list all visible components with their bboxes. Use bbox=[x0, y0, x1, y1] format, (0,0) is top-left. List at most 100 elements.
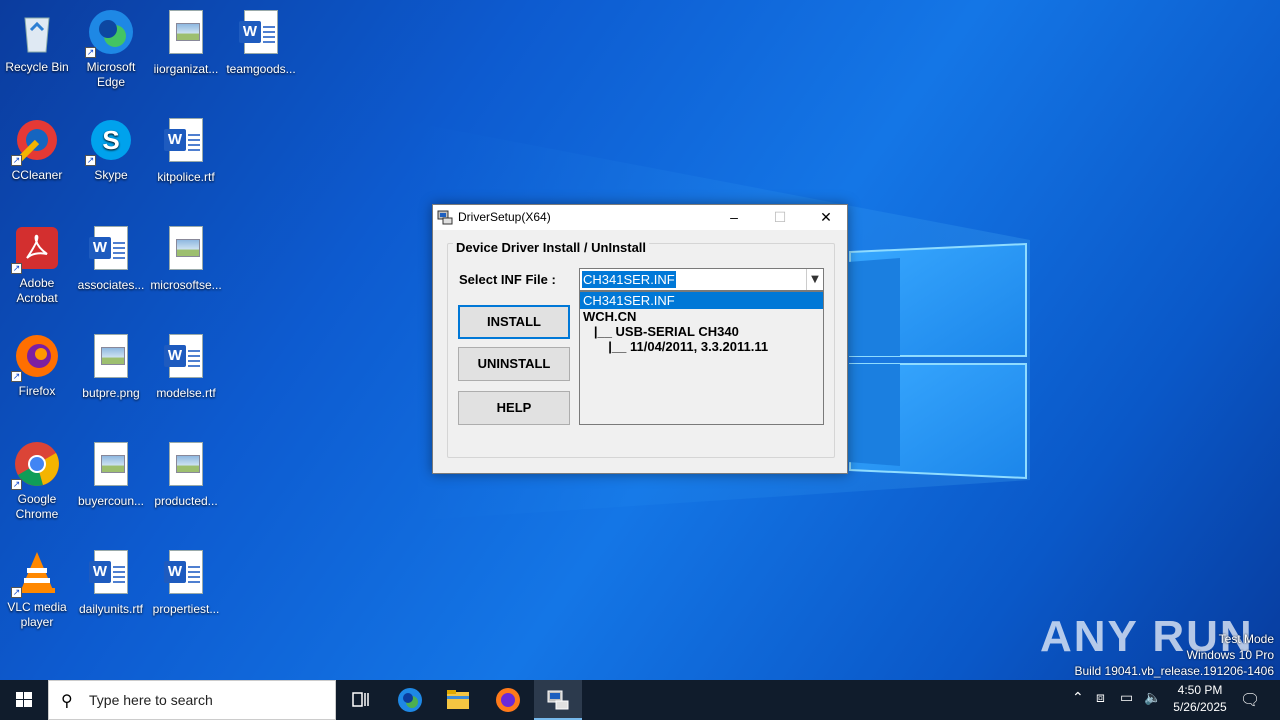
windows-edition-line: Windows 10 Pro bbox=[1186, 648, 1274, 662]
desktop-icon-label: Recycle Bin bbox=[5, 60, 69, 74]
shortcut-arrow-icon: ↗ bbox=[11, 371, 22, 382]
desktop-icon-modelse-rtf[interactable]: modelse.rtf bbox=[149, 332, 223, 401]
volume-icon[interactable]: 🔈 bbox=[1144, 690, 1161, 706]
taskbar-driver-setup[interactable] bbox=[534, 680, 582, 720]
image-file-icon bbox=[162, 10, 210, 58]
windows-logo-icon bbox=[16, 692, 32, 707]
taskbar-firefox[interactable] bbox=[484, 680, 532, 720]
install-button[interactable]: INSTALL bbox=[458, 305, 570, 339]
ethernet-icon[interactable]: ▭ bbox=[1120, 690, 1133, 706]
image-file-icon bbox=[162, 226, 210, 274]
desktop-icon-producted[interactable]: producted... bbox=[149, 440, 223, 509]
desktop-icon-label: dailyunits.rtf bbox=[78, 602, 144, 616]
ccleaner-icon: ↗ bbox=[11, 116, 61, 166]
desktop-icon-recycle-bin[interactable]: Recycle Bin bbox=[0, 8, 74, 75]
taskbar-search-box[interactable]: ⚲ Type here to search bbox=[48, 680, 336, 720]
desktop-icon-kitpolice-rtf[interactable]: kitpolice.rtf bbox=[149, 116, 223, 185]
desktop-icon-label: propertiest... bbox=[152, 602, 220, 616]
shortcut-arrow-icon: ↗ bbox=[85, 47, 96, 58]
window-title: DriverSetup(X64) bbox=[458, 210, 551, 224]
desktop-icon-buyercoun[interactable]: buyercoun... bbox=[74, 440, 148, 509]
network-icon[interactable]: ⧈ bbox=[1096, 690, 1105, 706]
desktop-icon-label: associates... bbox=[77, 278, 145, 292]
combo-value: CH341SER.INF bbox=[582, 271, 676, 288]
desktop-icon-label: buyercoun... bbox=[77, 494, 145, 508]
desktop-icon-dailyunits-rtf[interactable]: dailyunits.rtf bbox=[74, 548, 148, 617]
close-button[interactable]: ✕ bbox=[803, 205, 849, 230]
vlc-icon: ↗ bbox=[11, 548, 61, 598]
desktop-icon-skype[interactable]: S ↗ Skype bbox=[74, 116, 148, 183]
dropdown-line: WCH.CN bbox=[583, 309, 637, 324]
chrome-icon: ↗ bbox=[11, 440, 61, 490]
start-button[interactable] bbox=[0, 680, 48, 720]
shortcut-arrow-icon: ↗ bbox=[11, 155, 22, 166]
shortcut-arrow-icon: ↗ bbox=[11, 263, 22, 274]
dropdown-line: |__ USB-SERIAL CH340 bbox=[583, 324, 739, 339]
skype-icon: S ↗ bbox=[85, 116, 135, 166]
word-file-icon bbox=[162, 334, 210, 382]
inf-file-combobox[interactable]: CH341SER.INF ▼ bbox=[579, 268, 824, 291]
desktop-icon-teamgoods[interactable]: teamgoods... bbox=[224, 8, 298, 77]
group-label: Device Driver Install / UnInstall bbox=[453, 240, 650, 255]
desktop-icon-adobe-acrobat[interactable]: ↗ Adobe Acrobat bbox=[0, 224, 74, 306]
taskbar-edge[interactable] bbox=[386, 680, 434, 720]
desktop-icon-label: Microsoft Edge bbox=[86, 60, 136, 89]
task-view-button[interactable] bbox=[336, 680, 384, 720]
word-file-icon bbox=[87, 550, 135, 598]
help-button[interactable]: HELP bbox=[458, 391, 570, 425]
shortcut-arrow-icon: ↗ bbox=[11, 479, 22, 490]
taskbar: ⚲ Type here to search ⌃ ⧈ ▭ 🔈 4:50 PM 5/… bbox=[0, 680, 1280, 720]
word-file-icon bbox=[162, 118, 210, 166]
system-clock[interactable]: 4:50 PM 5/26/2025 bbox=[1160, 682, 1240, 716]
driver-setup-window: DriverSetup(X64) – ☐ ✕ Device Driver Ins… bbox=[432, 204, 848, 474]
desktop-icon-firefox[interactable]: ↗ Firefox bbox=[0, 332, 74, 399]
task-view-icon bbox=[352, 692, 369, 707]
desktop-icon-google-chrome[interactable]: ↗ Google Chrome bbox=[0, 440, 74, 522]
taskbar-file-explorer[interactable] bbox=[434, 680, 482, 720]
edge-icon: ↗ bbox=[85, 8, 135, 58]
desktop-icon-butpre-png[interactable]: butpre.png bbox=[74, 332, 148, 401]
notifications-icon[interactable]: 🗨 bbox=[1240, 690, 1260, 709]
desktop-icon-label: VLC media player bbox=[7, 600, 67, 629]
edge-icon bbox=[398, 688, 422, 712]
desktop-icon-label: Skype bbox=[94, 168, 128, 182]
inf-file-label: Select INF File : bbox=[459, 272, 556, 287]
dropdown-option-selected[interactable]: CH341SER.INF bbox=[580, 292, 823, 309]
search-placeholder: Type here to search bbox=[89, 692, 213, 708]
word-file-icon bbox=[162, 550, 210, 598]
desktop-icon-vlc-media-player[interactable]: ↗ VLC media player bbox=[0, 548, 74, 630]
image-file-icon bbox=[87, 442, 135, 490]
desktop-icon-iiorganizat[interactable]: iiorganizat... bbox=[149, 8, 223, 77]
clock-date: 5/26/2025 bbox=[1173, 700, 1227, 714]
test-mode-text: Test Mode Windows 10 Pro Build 19041.vb_… bbox=[1075, 631, 1275, 679]
title-bar[interactable]: DriverSetup(X64) – ☐ ✕ bbox=[433, 205, 847, 230]
chevron-up-icon[interactable]: ⌃ bbox=[1072, 690, 1084, 706]
search-icon: ⚲ bbox=[61, 691, 73, 710]
word-file-icon bbox=[87, 226, 135, 274]
uninstall-button[interactable]: UNINSTALL bbox=[458, 347, 570, 381]
image-file-icon bbox=[162, 442, 210, 490]
image-file-icon bbox=[87, 334, 135, 382]
desktop-icon-label: producted... bbox=[154, 494, 218, 508]
desktop-icon-label: CCleaner bbox=[11, 168, 63, 182]
recycle-bin-icon bbox=[13, 8, 61, 56]
firefox-icon: ↗ bbox=[11, 332, 61, 382]
acrobat-icon: ↗ bbox=[11, 224, 61, 274]
test-mode-line: Test Mode bbox=[1218, 632, 1274, 646]
clock-time: 4:50 PM bbox=[1177, 683, 1223, 697]
desktop-icon-ccleaner[interactable]: ↗ CCleaner bbox=[0, 116, 74, 183]
chevron-down-icon[interactable]: ▼ bbox=[806, 269, 823, 290]
desktop-icon-microsoftse[interactable]: microsoftse... bbox=[149, 224, 223, 293]
minimize-button[interactable]: – bbox=[711, 205, 757, 230]
inf-dropdown-list[interactable]: CH341SER.INF WCH.CN |__ USB-SERIAL CH340… bbox=[579, 291, 824, 425]
driver-setup-app-icon bbox=[437, 210, 453, 225]
folder-icon bbox=[447, 690, 469, 709]
desktop-icon-microsoft-edge[interactable]: ↗ Microsoft Edge bbox=[74, 8, 148, 90]
desktop-icon-label: microsoftse... bbox=[150, 278, 222, 292]
driver-setup-app-icon bbox=[547, 690, 569, 710]
desktop-icon-label: modelse.rtf bbox=[156, 386, 216, 400]
desktop-icon-label: Firefox bbox=[18, 384, 56, 398]
desktop-icon-propertiest[interactable]: propertiest... bbox=[149, 548, 223, 617]
maximize-button[interactable]: ☐ bbox=[757, 205, 803, 230]
desktop-icon-associates[interactable]: associates... bbox=[74, 224, 148, 293]
